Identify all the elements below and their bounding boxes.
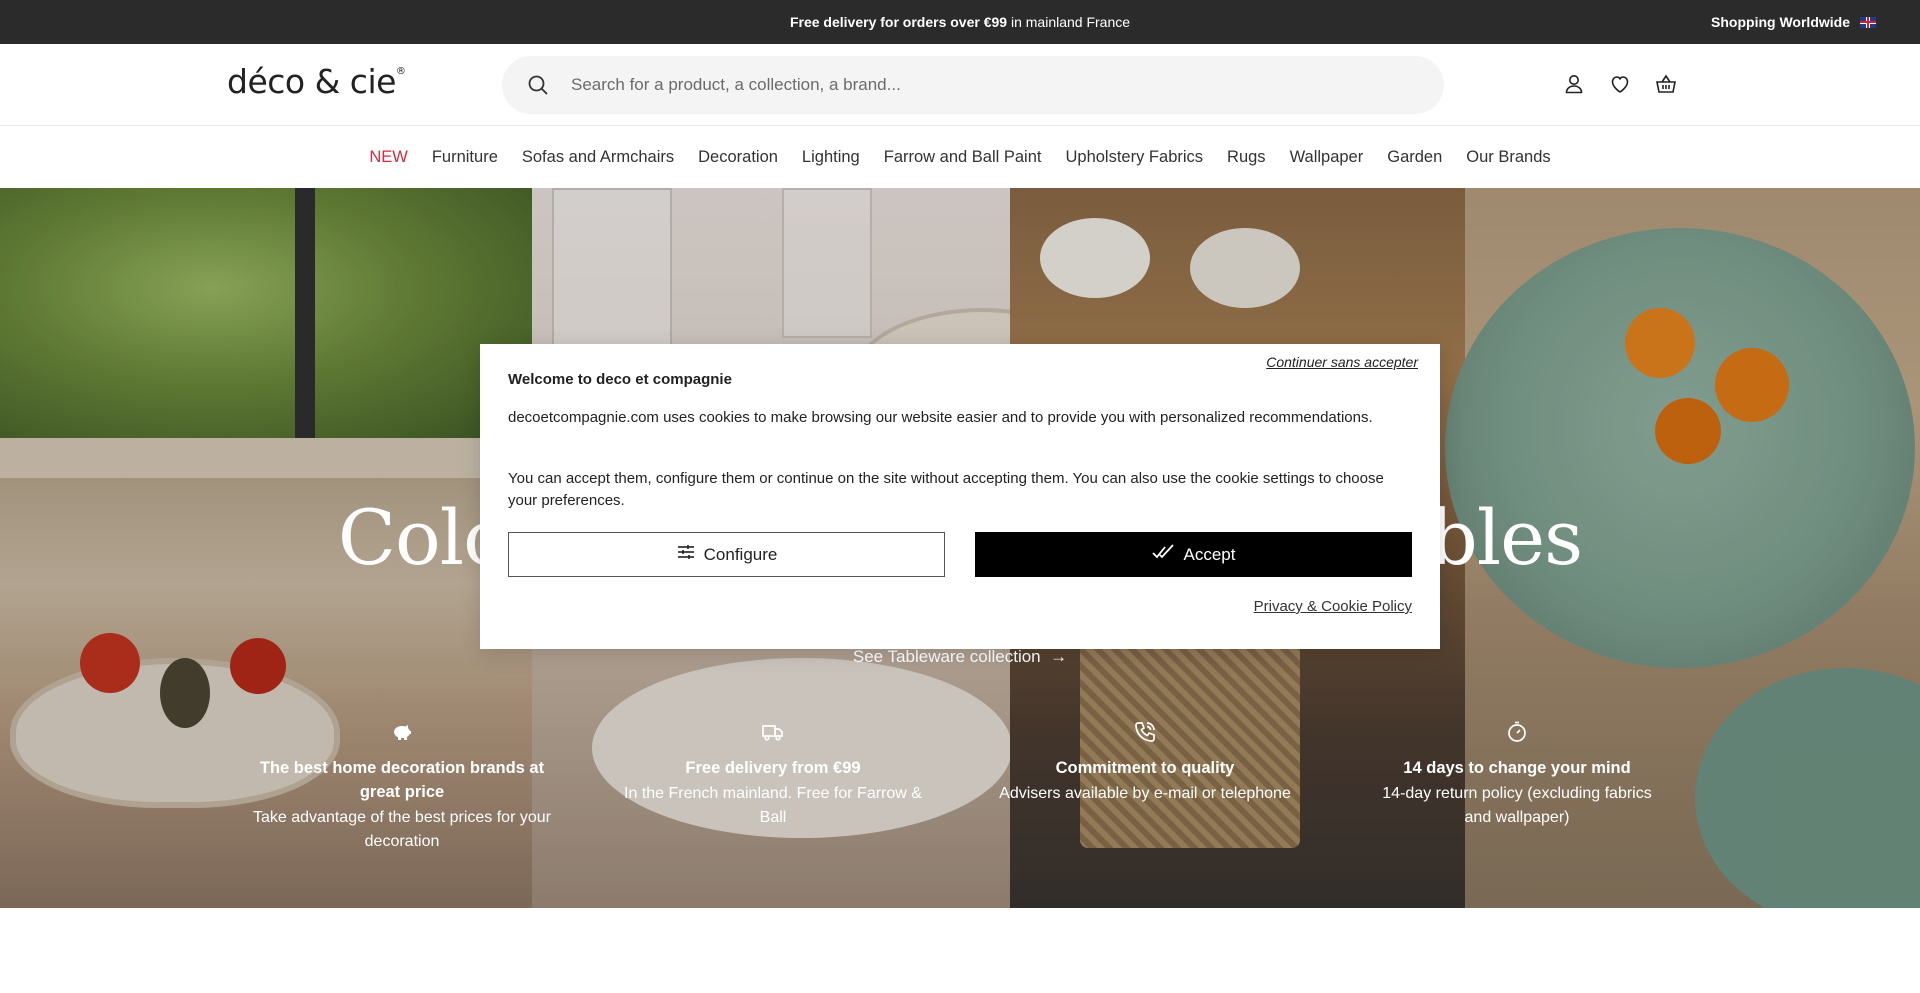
feature-desc: Advisers available by e-mail or telephon… [999,785,1291,802]
double-check-icon [1151,544,1176,565]
privacy-cookie-policy-link[interactable]: Privacy & Cookie Policy [1254,598,1412,615]
delivery-promo: Free delivery for orders over €99 in mai… [0,0,1920,44]
sliders-icon [676,542,696,567]
phone-icon [1133,720,1157,744]
accept-button[interactable]: Accept [975,532,1412,577]
feature-best-brands: The best home decoration brands at great… [252,720,552,854]
nav-item-sofas-armchairs[interactable]: Sofas and Armchairs [522,148,674,167]
search-bar[interactable] [502,56,1444,114]
feature-title: The best home decoration brands at great… [259,759,545,801]
basket-icon[interactable] [1654,72,1678,96]
feature-title: Commitment to quality [1055,759,1235,777]
accept-label: Accept [1183,544,1236,564]
feature-commitment-quality: Commitment to quality Advisers available… [995,720,1295,806]
search-input[interactable] [571,75,1371,95]
feature-title: 14 days to change your mind [1403,759,1631,777]
clock-icon [1505,720,1529,744]
nav-item-farrow-ball-paint[interactable]: Farrow and Ball Paint [884,148,1042,167]
arrow-right-icon: → [1045,647,1068,666]
configure-button[interactable]: Configure [508,532,945,577]
promo-bold: Free delivery for orders over €99 [789,14,1008,30]
shopping-worldwide-link[interactable]: Shopping Worldwide [1711,0,1876,44]
nav-item-rugs[interactable]: Rugs [1227,148,1266,167]
header-actions [1562,72,1678,96]
cookie-consent-dialog: Continuer sans accepter Welcome to deco … [480,344,1440,649]
site-logo[interactable]: déco & cie® [227,62,406,101]
site-header: déco & cie® [0,44,1920,126]
shopping-worldwide-label: Shopping Worldwide [1711,14,1850,30]
see-tableware-link[interactable]: See Tableware collection → [0,647,1920,667]
feature-return-policy: 14 days to change your mind 14-day retur… [1367,720,1667,830]
nav-item-garden[interactable]: Garden [1387,148,1442,167]
nav-item-upholstery-fabrics[interactable]: Upholstery Fabrics [1065,148,1203,167]
top-announcement-bar: Free delivery for orders over €99 in mai… [0,0,1920,44]
logo-mark: ® [395,66,406,77]
continue-without-accepting-link[interactable]: Continuer sans accepter [1266,354,1418,370]
feature-desc: Take advantage of the best prices for yo… [253,809,551,850]
nav-item-our-brands[interactable]: Our Brands [1466,148,1550,167]
feature-title: Free delivery from €99 [685,759,861,777]
nav-item-furniture[interactable]: Furniture [432,148,498,167]
nav-item-wallpaper[interactable]: Wallpaper [1290,148,1364,167]
piggy-bank-icon [390,720,414,744]
logo-text: déco & cie [227,62,396,101]
cookie-dialog-text-1: decoetcompagnie.com uses cookies to make… [508,409,1373,426]
user-icon[interactable] [1562,72,1586,96]
promo-rest: in mainland France [1007,14,1131,30]
uk-flag-icon [1860,16,1876,28]
feature-desc: In the French mainland. Free for Farrow … [624,785,922,826]
nav-item-new[interactable]: NEW [369,148,408,167]
nav-item-lighting[interactable]: Lighting [802,148,860,167]
cookie-dialog-title: Welcome to deco et compagnie [508,371,732,388]
configure-label: Configure [703,544,778,564]
see-tableware-label: See Tableware collection [852,647,1041,666]
cookie-dialog-text-2: You can accept them, configure them or c… [508,470,1384,509]
truck-icon [761,720,785,744]
feature-desc: 14-day return policy (excluding fabrics … [1382,785,1652,826]
features-row: The best home decoration brands at great… [0,720,1920,870]
search-icon[interactable] [526,73,550,97]
nav-item-decoration[interactable]: Decoration [698,148,778,167]
feature-free-delivery: Free delivery from €99 In the French mai… [623,720,923,830]
heart-icon[interactable] [1608,72,1632,96]
main-navigation: NEW Furniture Sofas and Armchairs Decora… [0,127,1920,188]
